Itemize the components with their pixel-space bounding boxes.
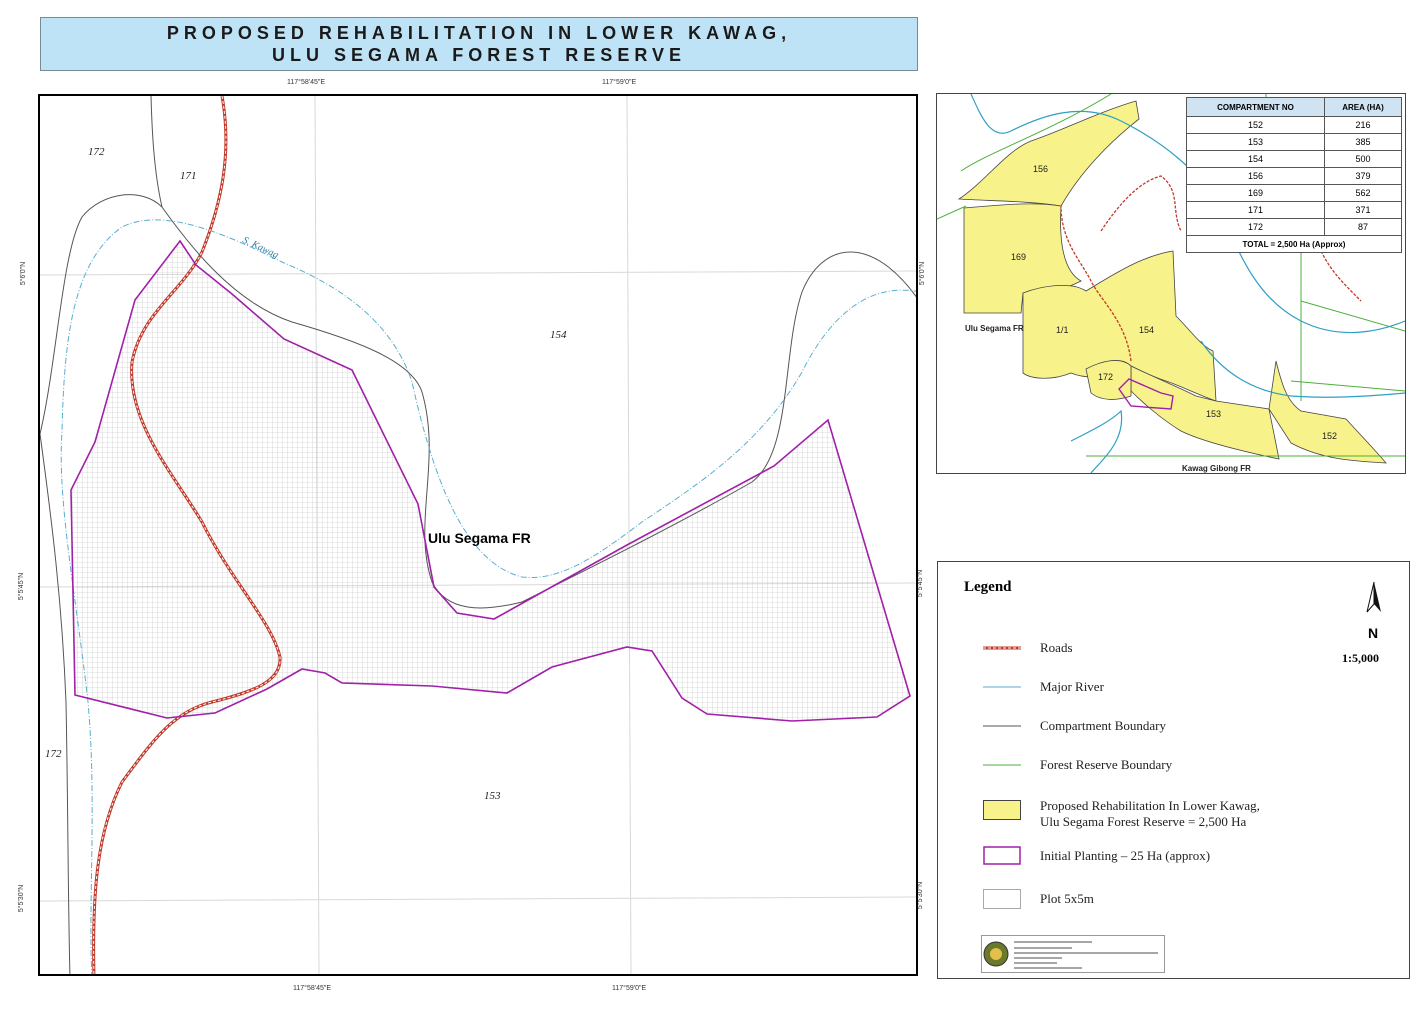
- legend-label-rehab-1: Proposed Rehabilitation In Lower Kawag,: [1040, 798, 1260, 813]
- legend-label-rehab-2: Ulu Segama Forest Reserve = 2,500 Ha: [1040, 814, 1247, 829]
- map-title-line1: PROPOSED REHABILITATION IN LOWER KAWAG,: [166, 23, 792, 43]
- north-arrow-icon: N: [1366, 581, 1381, 641]
- table-header-compartment: COMPARTMENT NO: [1186, 97, 1325, 117]
- coord-left-1: 5°6'0"N: [20, 261, 28, 286]
- legend-item-roads: Roads: [938, 640, 1358, 676]
- table-cell-compartment: 169: [1186, 184, 1325, 202]
- legend-item-plot: Plot 5x5m: [938, 889, 1358, 925]
- legend-item-river: Major River: [938, 679, 1358, 715]
- table-cell-compartment: 156: [1186, 167, 1325, 185]
- legend-label-compartment: Compartment Boundary: [1040, 718, 1167, 733]
- table-cell-area: 379: [1324, 167, 1402, 185]
- label-river-s-kawag: S. Kawag: [241, 235, 280, 261]
- legend-item-initial-planting: Initial Planting – 25 Ha (approx): [938, 846, 1358, 882]
- reserve-swatch-icon: [983, 764, 1021, 766]
- coord-bottom-2: 117°59'0"E: [612, 985, 647, 992]
- river-swatch-icon: [983, 686, 1021, 688]
- inset-label-153: 153: [1206, 409, 1221, 419]
- map-title-line2: ULU SEGAMA FOREST RESERVE: [271, 45, 687, 65]
- table-row: 154 500: [1186, 150, 1402, 168]
- north-arrow: N: [1363, 580, 1385, 645]
- table-row: 169 562: [1186, 184, 1402, 202]
- agency-logo-icon: [983, 941, 1158, 969]
- label-compartment-171: 171: [180, 170, 197, 182]
- inset-label-169: 169: [1011, 252, 1026, 262]
- table-row: 152 216: [1186, 116, 1402, 134]
- label-compartment-153: 153: [484, 790, 501, 802]
- table-cell-area: 371: [1324, 201, 1402, 219]
- table-header-area: AREA (HA): [1324, 97, 1402, 117]
- legend-label-plot: Plot 5x5m: [1040, 891, 1094, 906]
- rehab-swatch-icon: [983, 800, 1021, 820]
- table-row: 172 87: [1186, 218, 1402, 236]
- table-row: 153 385: [1186, 133, 1402, 151]
- table-row: 156 379: [1186, 167, 1402, 185]
- label-compartment-172-top: 172: [88, 146, 105, 158]
- table-total-row: TOTAL = 2,500 Ha (Approx): [1186, 235, 1402, 253]
- legend-item-compartment: Compartment Boundary: [938, 718, 1358, 754]
- coord-right-2: 5°5'45"N: [917, 569, 925, 598]
- table-cell-compartment: 172: [1186, 218, 1325, 236]
- map-title-box: PROPOSED REHABILITATION IN LOWER KAWAG, …: [40, 17, 918, 71]
- table-cell-area: 87: [1324, 218, 1402, 236]
- main-map-svg: 172 171 S. Kawag 154 Ulu Segama FR 172 1…: [40, 96, 916, 974]
- table-cell-compartment: 152: [1186, 116, 1325, 134]
- table-cell-compartment: 154: [1186, 150, 1325, 168]
- label-compartment-172-bottom: 172: [45, 748, 62, 760]
- legend-label-roads: Roads: [1040, 640, 1073, 655]
- compartment-swatch-icon: [983, 725, 1021, 727]
- table-cell-area: 500: [1324, 150, 1402, 168]
- inset-label-152: 152: [1322, 431, 1337, 441]
- label-compartment-154: 154: [550, 329, 567, 341]
- legend-label-reserve: Forest Reserve Boundary: [1040, 757, 1173, 772]
- coord-left-3: 5°5'30"N: [18, 884, 26, 913]
- inset-label-172: 172: [1098, 372, 1113, 382]
- legend-label-initial-planting: Initial Planting – 25 Ha (approx): [1040, 848, 1211, 863]
- plot-grid-area: [71, 241, 910, 721]
- road-swatch-icon: [983, 646, 1021, 650]
- agency-logo-box: [981, 935, 1165, 973]
- coord-left-2: 5°5'45"N: [18, 572, 26, 601]
- table-cell-area: 562: [1324, 184, 1402, 202]
- initial-planting-swatch-icon: [983, 846, 1021, 865]
- table-cell-compartment: 153: [1186, 133, 1325, 151]
- legend-panel: Legend Roads Major River Compartment Bou…: [937, 561, 1410, 979]
- legend-item-reserve: Forest Reserve Boundary: [938, 757, 1358, 793]
- coord-top-1: 117°58'45"E: [287, 79, 326, 86]
- inset-label-154: 154: [1139, 325, 1154, 335]
- inset-label-ulu-segama: Ulu Segama FR: [965, 324, 1024, 333]
- label-ulu-segama-fr: Ulu Segama FR: [428, 530, 531, 546]
- table-cell-area: 216: [1324, 116, 1402, 134]
- scale-text: 1:5,000: [1342, 651, 1379, 665]
- coord-top-2: 117°59'0"E: [602, 79, 637, 86]
- inset-label-156: 156: [1033, 164, 1048, 174]
- plot-swatch-icon: [983, 889, 1021, 909]
- inset-label-kawag-gibong: Kawag Gibong FR: [1182, 464, 1251, 473]
- coord-bottom-1: 117°58'45"E: [293, 985, 332, 992]
- table-cell-area: 385: [1324, 133, 1402, 151]
- coord-right-3: 5°5'30"N: [917, 881, 925, 910]
- table-total: TOTAL = 2,500 Ha (Approx): [1186, 235, 1402, 253]
- north-label: N: [1368, 625, 1378, 640]
- table-row: 171 371: [1186, 201, 1402, 219]
- table-cell-compartment: 171: [1186, 201, 1325, 219]
- inset-label-171: 1/1: [1056, 325, 1069, 335]
- coord-right-1: 5°6'0"N: [919, 261, 927, 286]
- main-map-frame[interactable]: 172 171 S. Kawag 154 Ulu Segama FR 172 1…: [38, 94, 918, 976]
- legend-title: Legend: [964, 579, 1012, 595]
- compartment-area-table: COMPARTMENT NO AREA (HA) 152 216 153 385 1…: [1186, 97, 1402, 253]
- legend-item-rehab: Proposed Rehabilitation In Lower Kawag, …: [938, 798, 1358, 838]
- legend-label-river: Major River: [1040, 679, 1104, 694]
